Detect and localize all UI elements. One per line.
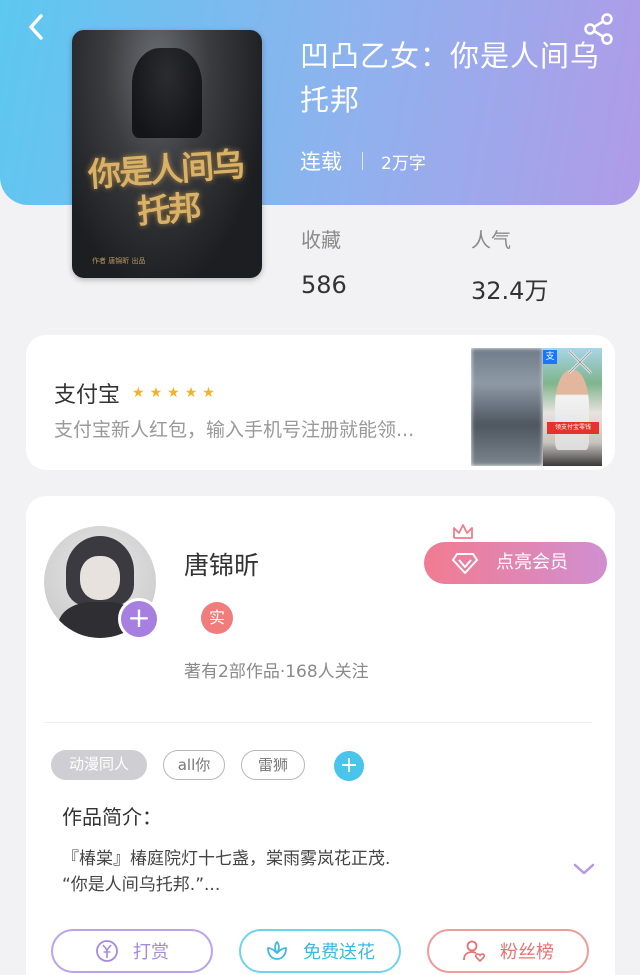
- ad-blurred-frame: [471, 348, 543, 466]
- tag-item[interactable]: 雷狮: [241, 750, 305, 780]
- send-flower-button[interactable]: 免费送花: [239, 929, 401, 973]
- crown-icon: [453, 524, 473, 539]
- diamond-icon: [452, 553, 478, 574]
- avatar-face: [80, 556, 120, 600]
- book-meta: 连载 2万字: [300, 146, 426, 176]
- stat-label: 人气: [471, 228, 511, 252]
- user-heart-icon: [463, 940, 486, 963]
- cover-figure: [132, 48, 202, 138]
- stat-label: 收藏: [301, 228, 341, 252]
- favorites-stat: 收藏 586: [301, 224, 347, 299]
- book-cover[interactable]: 你是人间乌托邦 作者 唐锦昕 出品: [72, 30, 262, 278]
- ad-person: [555, 370, 589, 450]
- cover-title: 你是人间乌托邦: [86, 144, 245, 232]
- star-icon: ★: [202, 385, 215, 401]
- intro-text: 『椿棠』椿庭院灯十七盏，棠雨雾岚花正茂. “你是人间乌托邦.”...: [62, 846, 482, 898]
- rating-stars: ★ ★ ★ ★ ★: [132, 385, 215, 401]
- intro-line: 『椿棠』椿庭院灯十七盏，棠雨雾岚花正茂.: [62, 849, 391, 869]
- fan-ranking-button[interactable]: 粉丝榜: [427, 929, 589, 973]
- chevron-left-icon[interactable]: [22, 12, 52, 42]
- ad-description: 支付宝新人红包，输入手机号注册就能领...: [54, 419, 415, 441]
- ad-card[interactable]: 支付宝 ★ ★ ★ ★ ★ 支付宝新人红包，输入手机号注册就能领... 领支付宝…: [26, 335, 615, 470]
- meta-divider: [362, 152, 363, 170]
- alipay-badge: 支: [543, 350, 557, 364]
- vip-button[interactable]: 点亮会员: [424, 542, 607, 584]
- chevron-down-icon[interactable]: [572, 860, 596, 878]
- yuan-coin-icon: [96, 940, 118, 962]
- vip-label: 点亮会员: [496, 552, 568, 573]
- star-icon: ★: [184, 385, 198, 401]
- popularity-stat: 人气 32.4万: [471, 224, 548, 306]
- fan-ranking-label: 粉丝榜: [500, 942, 554, 963]
- plus-icon: +: [127, 601, 151, 634]
- add-tag-button[interactable]: +: [334, 751, 364, 781]
- book-title: 凹凸乙女：你是人间乌托邦: [300, 39, 601, 117]
- intro-title: 作品简介：: [62, 805, 162, 829]
- author-stats: 著有2部作品·168人关注: [184, 662, 369, 682]
- tip-label: 打赏: [133, 942, 169, 963]
- word-count: 2万字: [381, 153, 426, 174]
- cover-subtitle: 作者 唐锦昕 出品: [92, 257, 146, 265]
- stat-value: 586: [301, 271, 347, 299]
- star-icon: ★: [132, 385, 145, 401]
- star-icon: ★: [149, 385, 163, 401]
- ad-title: 支付宝: [54, 383, 121, 408]
- flower-icon: [267, 941, 287, 960]
- divider: [44, 722, 592, 723]
- send-flower-label: 免费送花: [303, 942, 375, 963]
- tag-item[interactable]: 动漫同人: [51, 750, 147, 780]
- plus-icon: +: [339, 753, 359, 778]
- stat-value: 32.4万: [471, 277, 549, 305]
- verified-badge: 实: [201, 602, 233, 634]
- close-icon[interactable]: [566, 348, 594, 376]
- tip-button[interactable]: 打赏: [51, 929, 213, 973]
- follow-button[interactable]: +: [118, 598, 160, 640]
- ad-caption: 领支付宝零钱: [547, 422, 599, 434]
- ad-title-row: 支付宝 ★ ★ ★ ★ ★: [54, 377, 215, 409]
- star-icon: ★: [167, 385, 180, 401]
- tag-item[interactable]: all你: [163, 750, 225, 780]
- author-name[interactable]: 唐锦昕: [184, 546, 259, 582]
- intro-line: “你是人间乌托邦.”...: [62, 875, 221, 895]
- book-status: 连载: [300, 150, 342, 174]
